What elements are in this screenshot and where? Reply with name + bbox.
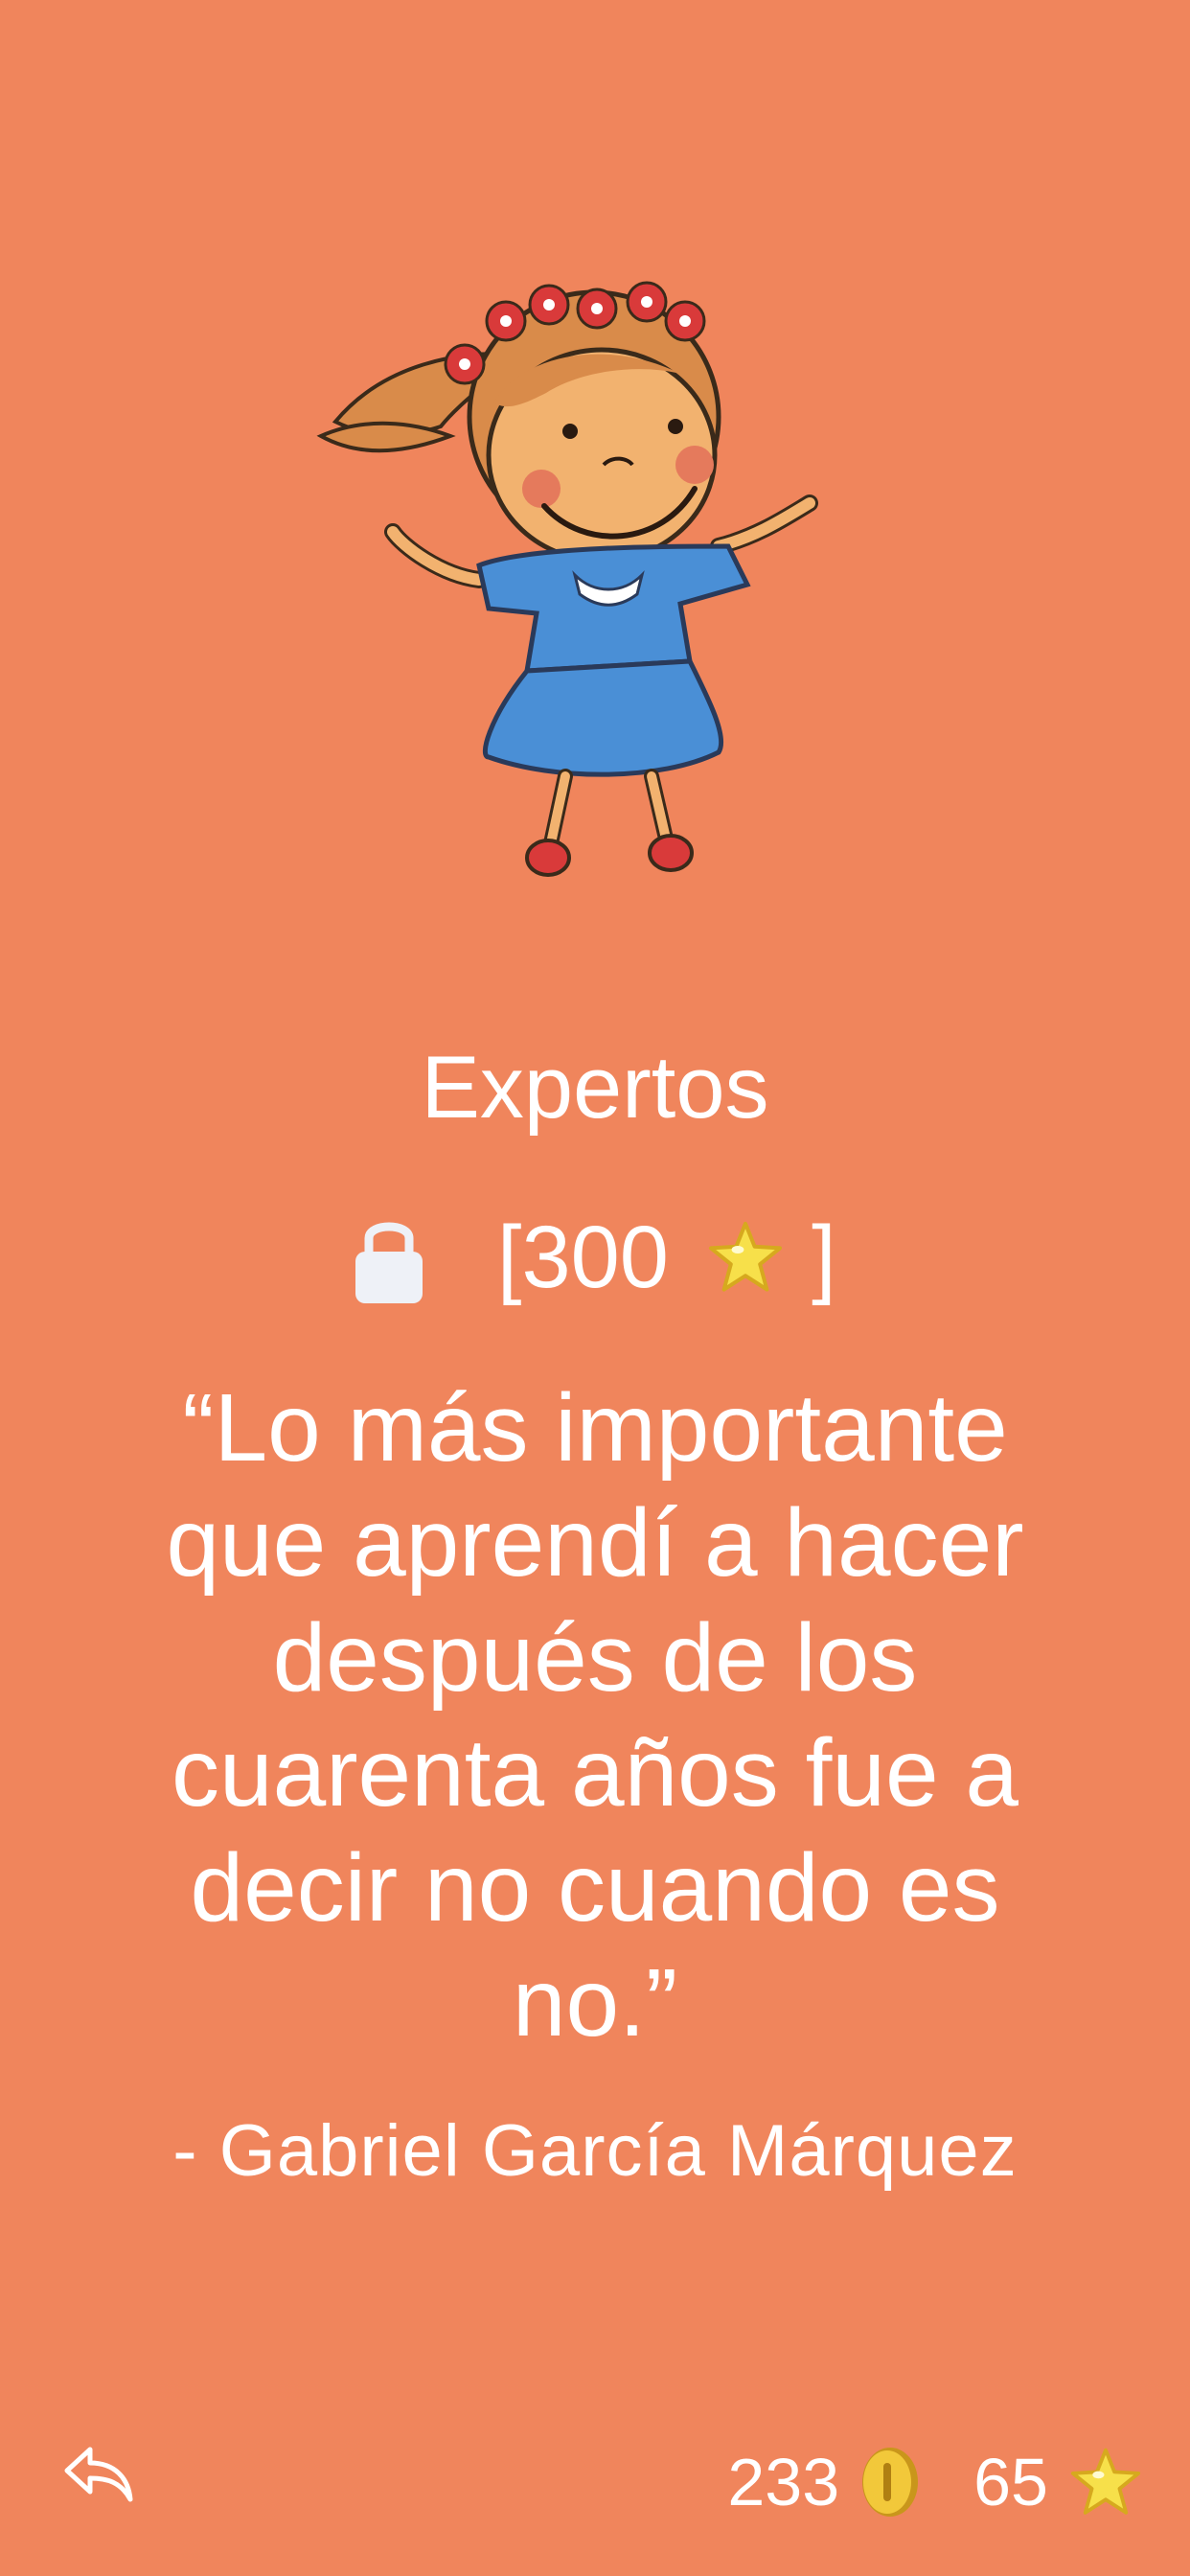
- coin-count: 233: [727, 2445, 840, 2519]
- lock-icon: [355, 1222, 423, 1303]
- coin-icon: [862, 2448, 919, 2517]
- star-count: 65: [973, 2445, 1048, 2519]
- level-cost: [300 ]: [0, 1203, 1190, 1305]
- girl-illustration: [316, 281, 818, 877]
- reply-arrow-icon[interactable]: [61, 2442, 134, 2505]
- star-icon: [708, 1221, 782, 1292]
- star-icon: [1070, 2448, 1141, 2515]
- level-cost-amount: [300: [496, 1208, 669, 1306]
- quote-text: “Lo más importante que aprendí a hacer d…: [166, 1374, 1024, 2057]
- level-title: Expertos: [421, 1039, 769, 1137]
- level-cost-bracket: ]: [812, 1208, 836, 1306]
- star-counter: 65: [973, 2444, 1142, 2520]
- coin-counter: 233: [727, 2444, 973, 2520]
- currency-bar: 233 65: [727, 2442, 1142, 2522]
- quote-author: - Gabriel García Márquez: [172, 2110, 1018, 2192]
